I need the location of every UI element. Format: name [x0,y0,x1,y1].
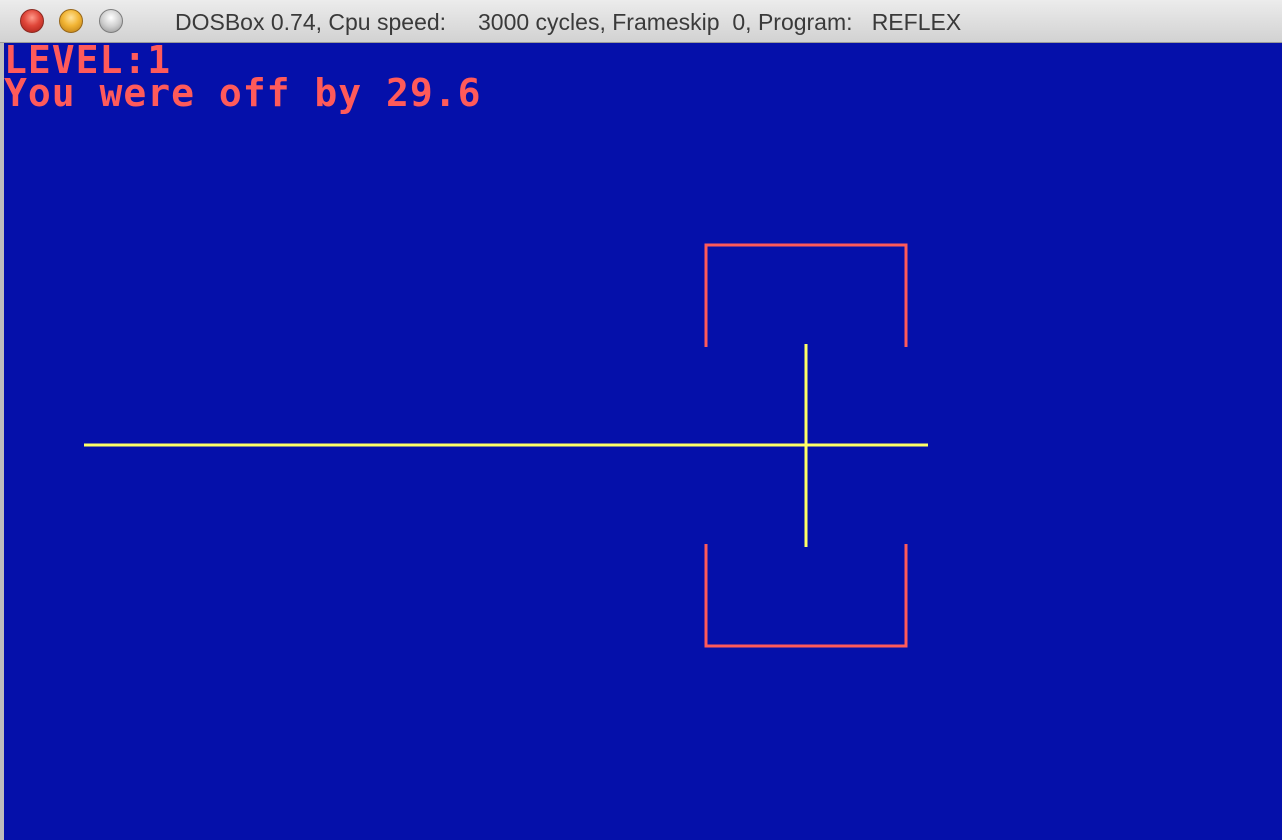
zoom-icon[interactable] [99,9,123,33]
title-bar[interactable]: DOSBox 0.74, Cpu speed: 3000 cycles, Fra… [0,0,1282,43]
window-title: DOSBox 0.74, Cpu speed: 3000 cycles, Fra… [175,9,962,35]
target-bracket-top [704,243,908,347]
target-bracket-bottom [704,544,908,648]
dosbox-window: DOSBox 0.74, Cpu speed: 3000 cycles, Fra… [0,0,1282,840]
close-icon[interactable] [20,9,44,33]
playfield [84,243,928,648]
minimize-icon[interactable] [59,9,83,33]
game-screen[interactable]: LEVEL:1 You were off by 29.6 [4,43,1282,840]
